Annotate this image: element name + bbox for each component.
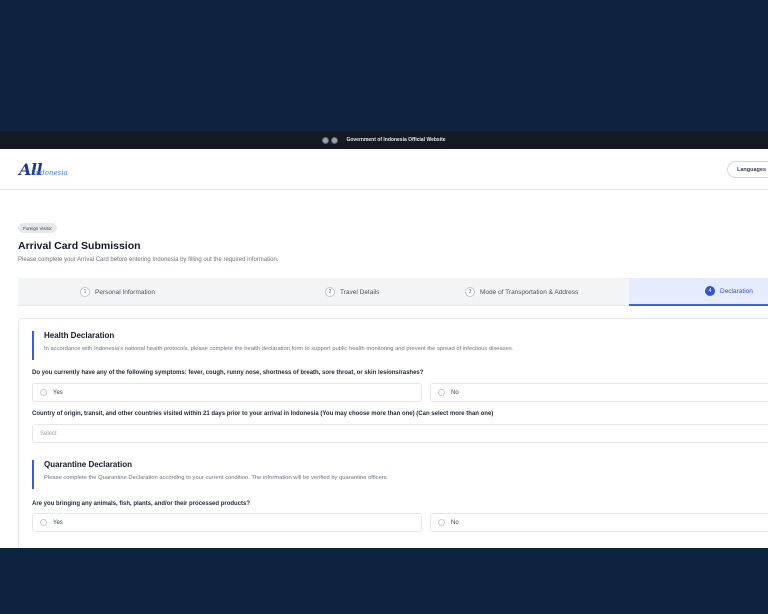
step-number: 1 (80, 287, 90, 297)
quarantine-declaration-header: Quarantine Declaration Please complete t… (32, 460, 388, 489)
step-transportation-address[interactable]: 3 Mode of Transportation & Address (385, 278, 629, 306)
countries-visited-question: Country of origin, transit, and other co… (32, 411, 494, 417)
form-stepper: 1 Personal Information 2 Travel Details … (18, 278, 768, 306)
step-personal-information[interactable]: 1 Personal Information (18, 278, 215, 306)
symptoms-question: Do you currently have any of the followi… (32, 370, 424, 376)
radio-label: No (451, 389, 459, 396)
page-title: Arrival Card Submission (18, 240, 141, 252)
government-seals (322, 136, 339, 144)
radio-label: Yes (53, 519, 63, 526)
health-declaration-title: Health Declaration (44, 331, 115, 340)
visitor-type-badge: Foreign Visitor (18, 223, 57, 233)
logo-sub-text: Indonesia (33, 169, 68, 177)
all-indonesia-logo[interactable]: All Indonesia (19, 160, 68, 179)
radio-label: Yes (53, 389, 63, 396)
ministry-seal-icon (331, 136, 339, 144)
radio-circle-icon (438, 519, 445, 526)
declaration-form-card: Health Declaration In accordance with In… (18, 318, 768, 548)
step-label: Travel Details (340, 288, 380, 296)
health-declaration-header: Health Declaration In accordance with In… (32, 331, 513, 360)
animals-plants-question: Are you bringing any animals, fish, plan… (32, 501, 251, 507)
quarantine-declaration-description: Please complete the Quarantine Declarati… (44, 475, 389, 481)
radio-label: No (451, 519, 459, 526)
site-header: All Indonesia Languages (0, 149, 768, 190)
quarantine-declaration-title: Quarantine Declaration (44, 460, 133, 469)
radio-circle-icon (40, 389, 47, 396)
step-number: 4 (705, 286, 715, 296)
symptoms-no-radio[interactable]: No (430, 383, 768, 402)
page-content: All Indonesia Languages Foreign Visitor … (0, 149, 768, 548)
radio-circle-icon (438, 389, 445, 396)
step-label: Mode of Transportation & Address (480, 288, 579, 296)
languages-button[interactable]: Languages (727, 161, 768, 178)
government-banner-text: Government of Indonesia Official Website (346, 137, 446, 143)
page-subtitle: Please complete your Arrival Card before… (18, 257, 279, 263)
symptoms-yes-radio[interactable]: Yes (32, 383, 422, 402)
step-number: 2 (325, 287, 335, 297)
government-banner: Government of Indonesia Official Website (0, 131, 768, 149)
health-declaration-description: In accordance with Indonesia's national … (44, 346, 514, 352)
countries-visited-select[interactable]: Select (32, 424, 768, 443)
step-label: Declaration (720, 287, 753, 295)
step-declaration[interactable]: 4 Declaration (629, 278, 768, 306)
animals-plants-yes-radio[interactable]: Yes (32, 513, 422, 532)
step-travel-details[interactable]: 2 Travel Details (215, 278, 385, 306)
step-number: 3 (465, 287, 475, 297)
garuda-emblem-icon (322, 136, 330, 144)
step-label: Personal Information (95, 288, 155, 296)
radio-circle-icon (40, 519, 47, 526)
animals-plants-no-radio[interactable]: No (430, 513, 768, 532)
